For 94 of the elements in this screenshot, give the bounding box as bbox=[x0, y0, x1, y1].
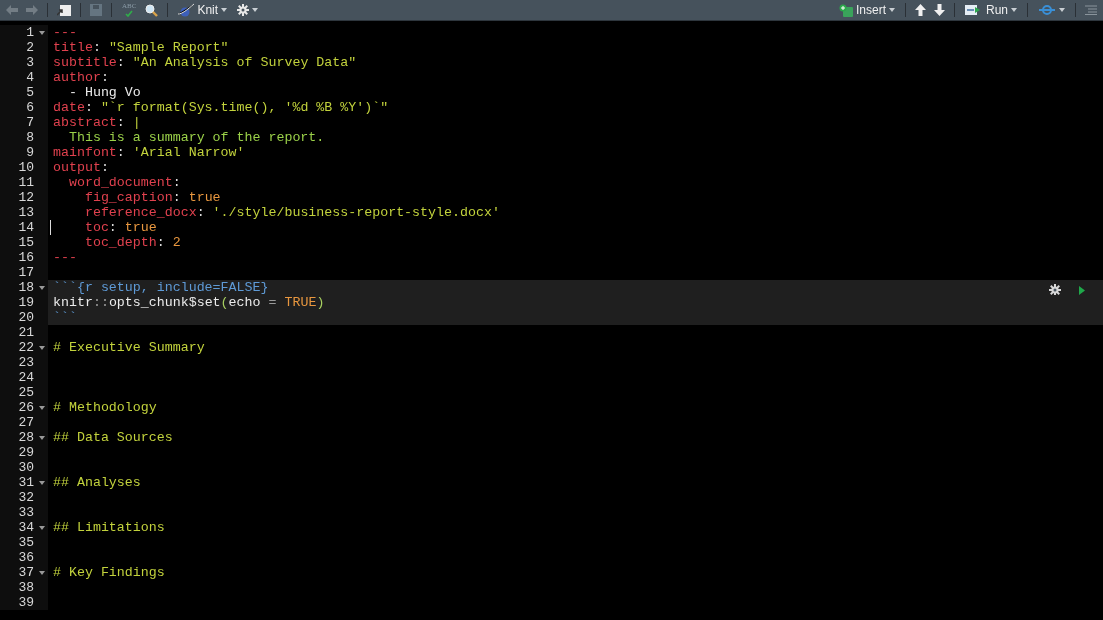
search-icon bbox=[145, 3, 159, 17]
code-line: subtitle: "An Analysis of Survey Data" bbox=[53, 55, 357, 70]
line-number: 20 bbox=[17, 310, 34, 325]
code-line: output: bbox=[53, 160, 109, 175]
code-line: abstract: | bbox=[53, 115, 141, 130]
caret-icon bbox=[1011, 8, 1017, 12]
code-line: title: "Sample Report" bbox=[53, 40, 229, 55]
code-line: # Methodology bbox=[53, 400, 157, 415]
fold-caret-icon[interactable] bbox=[39, 480, 45, 485]
line-number: 39 bbox=[17, 595, 34, 610]
fold-caret-icon[interactable] bbox=[39, 405, 45, 410]
line-number: 1 bbox=[25, 25, 34, 40]
check-icon bbox=[125, 10, 134, 17]
next-chunk-button[interactable] bbox=[932, 1, 947, 19]
line-number: 34 bbox=[17, 520, 34, 535]
code-line: toc: true bbox=[83, 220, 157, 235]
line-number: 21 bbox=[17, 325, 34, 340]
line-number: 9 bbox=[25, 145, 34, 160]
previous-chunk-button[interactable] bbox=[913, 1, 928, 19]
code-line: reference_docx: './style/business-report-style.docx' bbox=[83, 205, 500, 220]
line-number: 7 bbox=[25, 115, 34, 130]
left-arrow-icon bbox=[6, 5, 18, 15]
caret-icon bbox=[252, 8, 259, 12]
line-number: 5 bbox=[25, 85, 34, 100]
line-number: 22 bbox=[17, 340, 34, 355]
knit-button[interactable]: Knit bbox=[175, 1, 231, 19]
line-number: 26 bbox=[17, 400, 34, 415]
code-line: toc_depth: 2 bbox=[83, 235, 181, 250]
line-number: 18 bbox=[17, 280, 34, 295]
right-arrow-icon bbox=[26, 5, 38, 15]
line-number: 2 bbox=[25, 40, 34, 55]
down-arrow-icon bbox=[934, 4, 945, 16]
line-number: 33 bbox=[17, 505, 34, 520]
publish-icon bbox=[1038, 4, 1056, 16]
line-number: 14 bbox=[17, 220, 34, 235]
line-number: 13 bbox=[17, 205, 34, 220]
line-number: 11 bbox=[17, 175, 34, 190]
line-number: 28 bbox=[17, 430, 34, 445]
line-number: 38 bbox=[17, 580, 34, 595]
line-number: 10 bbox=[17, 160, 34, 175]
code-line: word_document: bbox=[67, 175, 181, 190]
code-line: mainfont: 'Arial Narrow' bbox=[53, 145, 245, 160]
code-line: This is a summary of the report. bbox=[67, 130, 325, 145]
caret-icon bbox=[1059, 8, 1065, 12]
line-number: 27 bbox=[17, 415, 34, 430]
code-line: - Hung Vo bbox=[67, 85, 141, 100]
code-line: ## Limitations bbox=[53, 520, 165, 535]
line-number: 6 bbox=[25, 100, 34, 115]
code-line: knitr::opts_chunk$set(echo = TRUE) bbox=[53, 295, 325, 310]
fold-caret-icon[interactable] bbox=[39, 30, 45, 35]
line-number: 12 bbox=[17, 190, 34, 205]
fold-caret-icon[interactable] bbox=[39, 570, 45, 575]
line-number: 25 bbox=[17, 385, 34, 400]
line-number: 31 bbox=[17, 475, 34, 490]
code-line: date: "`r format(Sys.time(), '%d %B %Y')`" bbox=[53, 100, 389, 115]
play-icon bbox=[1079, 285, 1085, 295]
run-button[interactable]: Run bbox=[962, 1, 1020, 19]
line-number: 37 bbox=[17, 565, 34, 580]
insert-button[interactable]: Insert bbox=[835, 1, 898, 19]
code-line: ``` bbox=[53, 310, 77, 325]
up-arrow-icon bbox=[915, 4, 926, 16]
caret-icon bbox=[889, 8, 895, 12]
window-icon bbox=[57, 4, 71, 16]
settings-icon bbox=[237, 4, 250, 16]
line-number: 4 bbox=[25, 70, 34, 85]
line-number: 8 bbox=[25, 130, 34, 145]
fold-caret-icon[interactable] bbox=[39, 525, 45, 530]
code-line: # Executive Summary bbox=[53, 340, 205, 355]
code-line: fig_caption: true bbox=[83, 190, 221, 205]
line-number: 17 bbox=[17, 265, 34, 280]
code-line: ## Data Sources bbox=[53, 430, 173, 445]
line-number: 19 bbox=[17, 295, 34, 310]
line-number: 29 bbox=[17, 445, 34, 460]
insert-chunk-icon bbox=[838, 3, 853, 17]
fold-caret-icon[interactable] bbox=[39, 345, 45, 350]
line-number: 36 bbox=[17, 550, 34, 565]
line-number: 24 bbox=[17, 370, 34, 385]
fold-caret-icon[interactable] bbox=[39, 435, 45, 440]
line-number: 32 bbox=[17, 490, 34, 505]
line-number: 16 bbox=[17, 250, 34, 265]
line-number: 15 bbox=[17, 235, 34, 250]
line-number: 3 bbox=[25, 55, 34, 70]
caret-icon bbox=[221, 8, 228, 12]
line-number: 35 bbox=[17, 535, 34, 550]
code-line: --- bbox=[53, 25, 77, 40]
line-number: 23 bbox=[17, 355, 34, 370]
fold-caret-icon[interactable] bbox=[39, 285, 45, 290]
line-number: 30 bbox=[17, 460, 34, 475]
code-line: # Key Findings bbox=[53, 565, 165, 580]
outline-lines-icon bbox=[1085, 5, 1097, 15]
code-line: ## Analyses bbox=[53, 475, 141, 490]
code-line: ```{r setup, include=FALSE} bbox=[53, 280, 269, 295]
code-line: author: bbox=[53, 70, 109, 85]
code-line: --- bbox=[53, 250, 77, 265]
